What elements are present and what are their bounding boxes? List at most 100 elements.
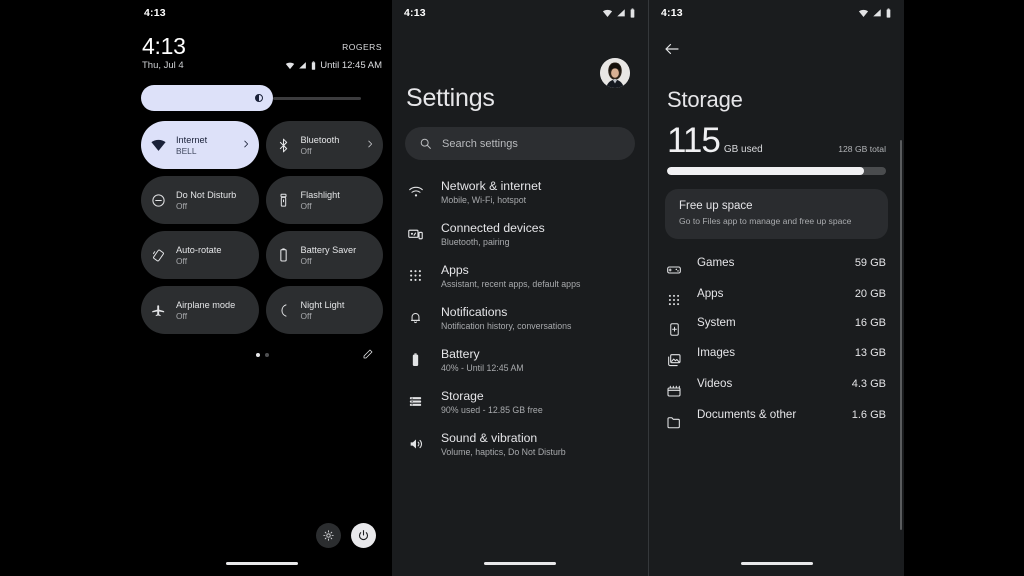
settings-item-subtitle: 90% used - 12.85 GB free xyxy=(441,405,543,415)
storage-category-size: 13 GB xyxy=(855,347,886,359)
qs-tile-subtitle: Off xyxy=(301,146,340,156)
search-placeholder: Search settings xyxy=(442,138,518,150)
wifi-icon xyxy=(602,8,613,19)
storage-category-videos[interactable]: Videos 4.3 GB xyxy=(649,370,904,401)
qs-tile-internet[interactable]: Internet BELL xyxy=(141,121,259,169)
statusbar-time: 4:13 xyxy=(661,7,683,19)
settings-item-subtitle: Bluetooth, pairing xyxy=(441,237,545,247)
qs-battery-text: Until 12:45 AM xyxy=(320,60,382,71)
gear-icon xyxy=(322,529,335,542)
qs-tile-title: Battery Saver xyxy=(301,245,357,255)
storage-summary: 115 GB used 128 GB total xyxy=(649,113,904,157)
settings-item-title: Network & internet xyxy=(441,179,541,193)
qs-tile-title: Airplane mode xyxy=(176,300,235,310)
settings-item-subtitle: Assistant, recent apps, default apps xyxy=(441,279,580,289)
left-letterbox xyxy=(0,0,132,576)
free-up-space-card[interactable]: Free up space Go to Files app to manage … xyxy=(665,189,888,239)
storage-icon xyxy=(406,389,425,409)
qs-tile-auto-rotate[interactable]: Auto-rotate Off xyxy=(141,231,259,279)
videos-icon xyxy=(665,377,683,399)
volume-icon xyxy=(406,431,425,452)
qs-tile-bluetooth[interactable]: Bluetooth Off xyxy=(266,121,384,169)
settings-item-apps[interactable]: Apps Assistant, recent apps, default app… xyxy=(392,255,648,297)
storage-category-documents-other[interactable]: Documents & other 1.6 GB xyxy=(649,401,904,432)
page-title: Storage xyxy=(649,63,904,113)
storage-category-size: 20 GB xyxy=(855,288,886,300)
chevron-right-icon[interactable] xyxy=(365,136,375,154)
qs-tile-subtitle: BELL xyxy=(176,146,207,156)
user-avatar[interactable] xyxy=(600,58,630,88)
auto-rotate-icon xyxy=(150,247,167,264)
storage-category-name: Videos xyxy=(697,377,732,390)
qs-tile-title: Night Light xyxy=(301,300,345,310)
apps-grid-icon xyxy=(665,287,683,307)
images-icon xyxy=(665,346,683,368)
qs-tile-subtitle: Off xyxy=(301,201,340,211)
settings-panel: 4:13 Settings Search setti xyxy=(392,0,648,576)
vertical-scrollbar[interactable] xyxy=(900,140,903,530)
qs-tile-subtitle: Off xyxy=(176,311,235,321)
settings-item-sound-vibration[interactable]: Sound & vibration Volume, haptics, Do No… xyxy=(392,423,648,465)
airplane-icon xyxy=(150,302,167,319)
storage-category-size: 16 GB xyxy=(855,317,886,329)
bell-icon xyxy=(406,305,425,325)
cell-signal-icon xyxy=(872,8,882,18)
battery-icon xyxy=(885,8,892,19)
settings-list: Network & internet Mobile, Wi-Fi, hotspo… xyxy=(392,171,648,465)
settings-item-storage[interactable]: Storage 90% used - 12.85 GB free xyxy=(392,381,648,423)
storage-category-size: 1.6 GB xyxy=(852,409,886,421)
settings-item-battery[interactable]: Battery 40% - Until 12:45 AM xyxy=(392,339,648,381)
wifi-icon xyxy=(406,179,425,200)
qs-tile-airplane-mode[interactable]: Airplane mode Off xyxy=(141,286,259,334)
qs-tile-grid: Internet BELL Bluetooth Off xyxy=(132,111,392,334)
settings-item-network-internet[interactable]: Network & internet Mobile, Wi-Fi, hotspo… xyxy=(392,171,648,213)
power-icon xyxy=(357,529,370,542)
back-button[interactable] xyxy=(649,26,904,63)
settings-item-subtitle: Volume, haptics, Do Not Disturb xyxy=(441,447,566,457)
power-button[interactable] xyxy=(351,523,376,548)
gesture-nav-pill[interactable] xyxy=(484,562,556,566)
search-input[interactable]: Search settings xyxy=(405,127,635,160)
storage-category-name: Games xyxy=(697,256,734,269)
gesture-nav-pill[interactable] xyxy=(226,562,298,566)
storage-category-games[interactable]: Games 59 GB xyxy=(649,249,904,280)
brightness-icon xyxy=(253,92,265,104)
qs-clock: 4:13 xyxy=(142,34,186,58)
settings-item-title: Sound & vibration xyxy=(441,431,566,445)
storage-category-apps[interactable]: Apps 20 GB xyxy=(649,280,904,309)
free-up-space-title: Free up space xyxy=(679,200,874,212)
pencil-icon[interactable] xyxy=(362,347,374,365)
qs-tile-night-light[interactable]: Night Light Off xyxy=(266,286,384,334)
settings-item-subtitle: Mobile, Wi-Fi, hotspot xyxy=(441,195,541,205)
qs-tile-title: Bluetooth xyxy=(301,135,340,145)
statusbar-time: 4:13 xyxy=(144,7,166,19)
connected-devices-icon xyxy=(406,221,425,243)
storage-category-size: 4.3 GB xyxy=(852,378,886,390)
settings-item-notifications[interactable]: Notifications Notification history, conv… xyxy=(392,297,648,339)
brightness-slider[interactable] xyxy=(141,85,383,111)
storage-category-system[interactable]: System 16 GB xyxy=(649,309,904,339)
settings-item-title: Notifications xyxy=(441,305,571,319)
apps-grid-icon xyxy=(406,263,425,283)
page-dot[interactable] xyxy=(265,353,269,357)
gamepad-icon xyxy=(665,256,683,278)
qs-tile-subtitle: Off xyxy=(301,256,357,266)
storage-category-images[interactable]: Images 13 GB xyxy=(649,339,904,370)
settings-item-connected-devices[interactable]: Connected devices Bluetooth, pairing xyxy=(392,213,648,255)
moon-icon xyxy=(275,302,292,319)
settings-gear-button[interactable] xyxy=(316,523,341,548)
do-not-disturb-icon xyxy=(150,192,167,209)
qs-tile-subtitle: Off xyxy=(176,256,221,266)
chevron-right-icon[interactable] xyxy=(241,136,251,154)
settings-item-subtitle: Notification history, conversations xyxy=(441,321,571,331)
statusbar-storage: 4:13 xyxy=(649,0,904,26)
battery-icon xyxy=(406,347,425,368)
qs-tile-do-not-disturb[interactable]: Do Not Disturb Off xyxy=(141,176,259,224)
qs-tile-battery-saver[interactable]: Battery Saver Off xyxy=(266,231,384,279)
storage-panel: 4:13 Storage 115 GB used 128 GB total xyxy=(648,0,904,576)
settings-item-subtitle: 40% - Until 12:45 AM xyxy=(441,363,524,373)
qs-tile-flashlight[interactable]: Flashlight Off xyxy=(266,176,384,224)
settings-item-title: Storage xyxy=(441,389,543,403)
gesture-nav-pill[interactable] xyxy=(741,562,813,566)
page-dot-active[interactable] xyxy=(256,353,260,357)
